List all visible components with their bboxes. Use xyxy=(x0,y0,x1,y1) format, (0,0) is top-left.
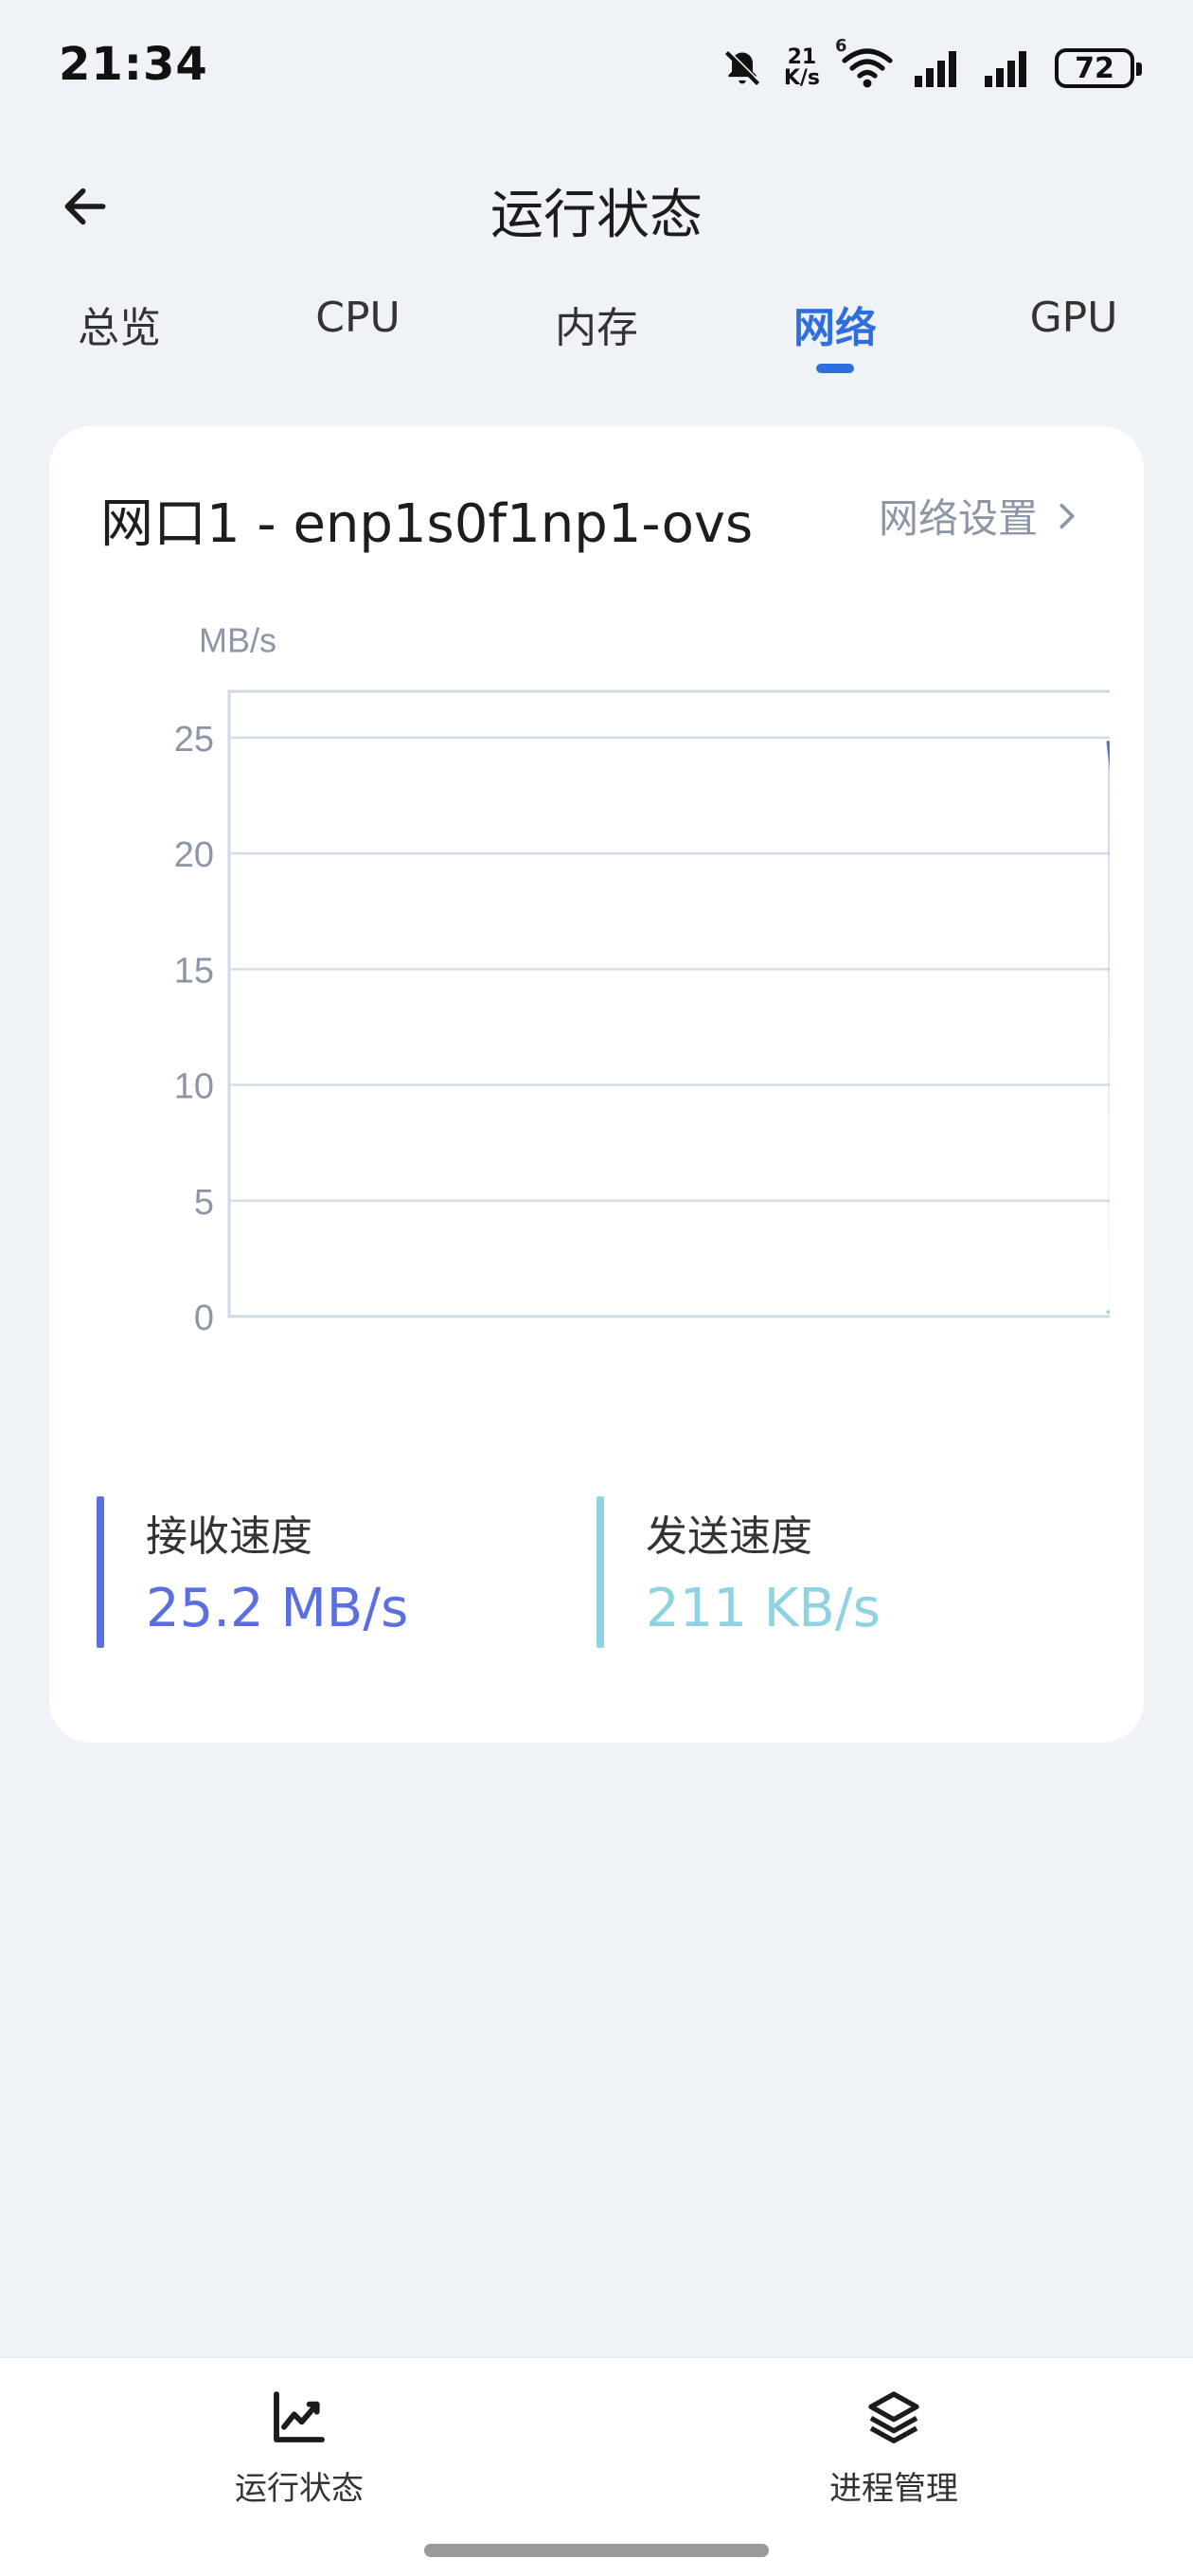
tab-memory[interactable]: 内存 xyxy=(492,294,701,354)
legend-send-value: 211 KB/s xyxy=(646,1578,881,1639)
tab-gpu[interactable]: GPU xyxy=(970,294,1178,342)
chevron-right-icon xyxy=(1059,503,1075,528)
series-receive-area xyxy=(1108,742,1110,1316)
active-tab-indicator xyxy=(816,364,854,373)
y-tick-label-25: 25 xyxy=(174,720,214,760)
status-icons: 21 K/s 6 72 xyxy=(721,36,1142,95)
legend-receive-marker xyxy=(97,1496,104,1648)
battery-indicator: 72 xyxy=(1055,48,1142,88)
signal-icon xyxy=(985,49,1034,87)
page-title: 运行状态 xyxy=(490,185,703,246)
y-tick-label-15: 15 xyxy=(174,951,214,991)
legend-send-label: 发送速度 xyxy=(646,1512,812,1561)
y-tick-label-10: 10 xyxy=(174,1067,214,1107)
network-settings-link[interactable]: 网络设置 xyxy=(879,487,1083,545)
status-time: 21:34 xyxy=(59,38,208,91)
y-axis-unit-label: MB/s xyxy=(199,620,276,659)
legend-receive-value: 25.2 MB/s xyxy=(146,1578,409,1639)
tab-network[interactable]: 网络 xyxy=(731,294,939,354)
legend-receive-label: 接收速度 xyxy=(146,1512,312,1561)
screen: 21:34 21 K/s 6 72 运行状态 总览 CPU 内存 网络 GPU … xyxy=(0,0,1193,2576)
app-header: 运行状态 xyxy=(0,152,1193,256)
status-bar: 21:34 21 K/s 6 72 xyxy=(0,0,1193,133)
nav-process-management-label: 进程管理 xyxy=(829,2470,958,2508)
tab-overview[interactable]: 总览 xyxy=(15,294,223,354)
wifi-badge: 6 xyxy=(835,36,847,56)
signal-icon xyxy=(915,49,964,87)
interface-title: 网口1 - enp1s0f1np1-ovs xyxy=(100,493,754,555)
line-chart-icon xyxy=(274,2391,325,2442)
network-speed-value: 21 xyxy=(787,45,817,69)
nav-run-status[interactable]: 运行状态 xyxy=(157,2387,441,2509)
layers-icon xyxy=(868,2391,919,2443)
y-tick-label-5: 5 xyxy=(194,1183,214,1223)
plot-frame xyxy=(227,689,1110,1318)
nav-run-status-label: 运行状态 xyxy=(235,2470,364,2508)
network-speed-indicator: 21 K/s xyxy=(784,47,820,89)
legend-receive: 接收速度 25.2 MB/s xyxy=(97,1496,408,1648)
wifi-icon: 6 xyxy=(835,36,894,91)
network-settings-label: 网络设置 xyxy=(878,495,1038,542)
network-speed-chart: MB/s 0 5 10 15 20 25 xyxy=(174,620,1110,1338)
tab-bar: 总览 CPU 内存 网络 GPU xyxy=(0,284,1193,388)
network-speed-unit: K/s xyxy=(783,66,820,90)
network-card: 网口1 - enp1s0f1np1-ovs 网络设置 MB/s 0 5 10 15 20 2… xyxy=(49,426,1144,1743)
nav-process-management[interactable]: 进程管理 xyxy=(752,2387,1036,2509)
tab-cpu[interactable]: CPU xyxy=(254,294,462,342)
y-tick-label-20: 20 xyxy=(174,835,214,875)
home-indicator[interactable] xyxy=(424,2544,769,2557)
legend-send: 发送速度 211 KB/s xyxy=(596,1496,881,1648)
y-tick-label-0: 0 xyxy=(194,1298,214,1338)
legend-send-marker xyxy=(596,1496,604,1648)
bell-muted-icon xyxy=(721,47,763,89)
